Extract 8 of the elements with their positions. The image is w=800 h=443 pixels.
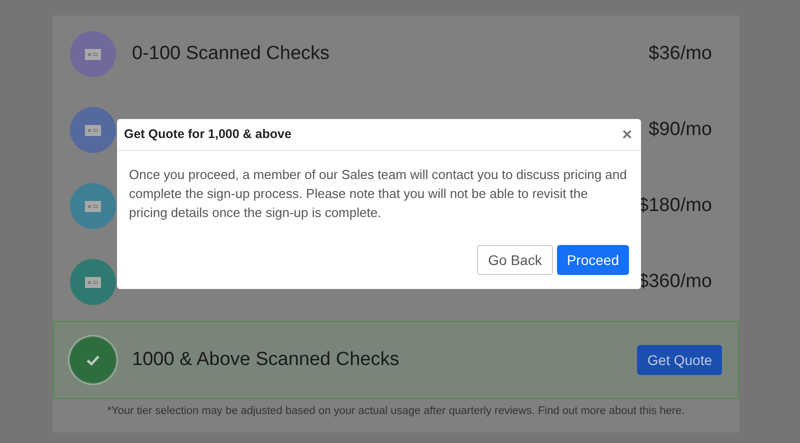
tier-price: $36/mo xyxy=(648,42,712,66)
dialog-message: Once you proceed, a member of our Sales team will contact you to discuss pricing and complete the sign-up process. Please note that you will not be able to revisit the pricing details once the sign-up is complete. xyxy=(128,166,628,222)
tier-price: $90/mo xyxy=(648,118,712,142)
tier-label: 1000 & Above Scanned Checks xyxy=(132,348,400,372)
tier-price: $180/mo xyxy=(638,194,712,218)
dialog-title: Get Quote for 1,000 & above xyxy=(124,126,292,144)
tier-label: 0-100 Scanned Checks xyxy=(132,42,330,66)
footnote-text: *Your tier selection may be adjusted based on your actual usage after quarterly reviews. Find out more about this xyxy=(107,405,658,417)
